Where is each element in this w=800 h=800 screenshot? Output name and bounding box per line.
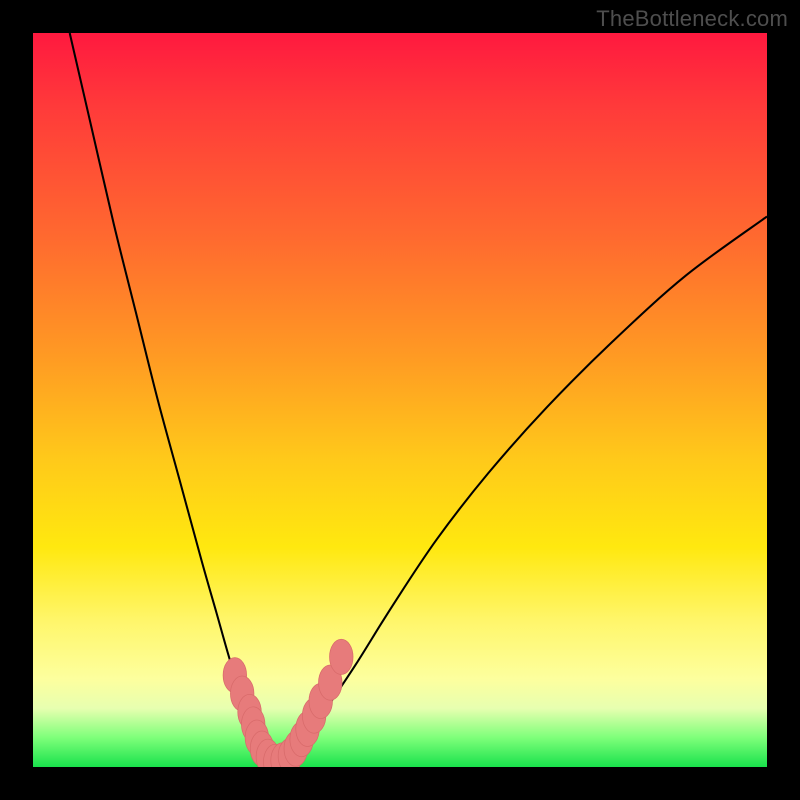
bottleneck-curve <box>70 33 767 763</box>
watermark-text: TheBottleneck.com <box>596 6 788 32</box>
plot-area <box>33 33 767 767</box>
highlight-dot <box>330 639 353 674</box>
outer-frame: TheBottleneck.com <box>0 0 800 800</box>
marker-group <box>223 639 353 767</box>
chart-svg <box>33 33 767 767</box>
